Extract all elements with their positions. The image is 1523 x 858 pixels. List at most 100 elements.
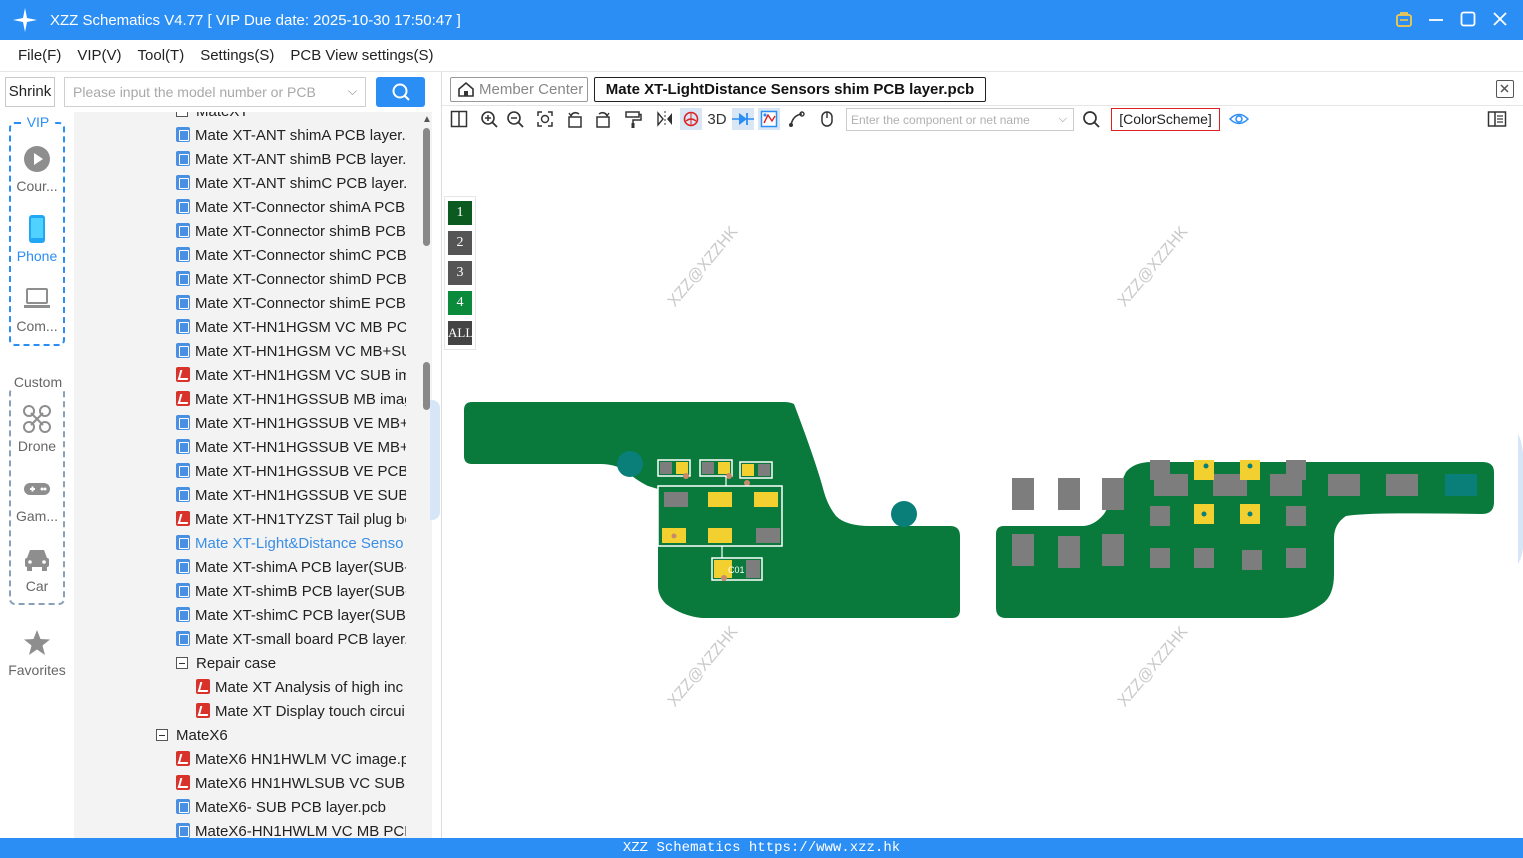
tree-file-item[interactable]: Mate XT-HN1HGSM VC SUB ima xyxy=(176,364,406,388)
search-button[interactable] xyxy=(376,77,425,107)
rail-item-course[interactable]: Cour... xyxy=(0,144,74,194)
tree-file-item[interactable]: MateX6 HN1HWLSUB VC SUB ir xyxy=(176,772,406,796)
pcb-canvas[interactable]: XZZ@XZZHK XZZ@XZZHK XZZ@XZZHK XZZ@XZZHK xyxy=(442,134,1523,838)
tree-file-item[interactable]: Mate XT-HN1HGSSUB VE PCB la xyxy=(176,460,406,484)
side-panel-toggle-icon[interactable] xyxy=(1486,108,1508,130)
vip-bag-icon[interactable] xyxy=(1393,8,1415,30)
tree-file-item[interactable]: Mate XT-HN1HGSM VC MB+SU xyxy=(176,340,406,364)
pcb-file-icon xyxy=(176,823,190,838)
tree-item-label: Mate XT-small board PCB layer. xyxy=(195,631,406,648)
tree-item-label: Mate XT-ANT shimB PCB layer.p xyxy=(195,151,406,168)
scrollbar-thumb-secondary[interactable] xyxy=(423,362,430,410)
board-view-icon[interactable] xyxy=(758,108,780,130)
tree-file-item[interactable]: Mate XT-Connector shimB PCB xyxy=(176,220,406,244)
layer-3-button[interactable]: 3 xyxy=(448,261,472,285)
diode-mode-icon[interactable] xyxy=(732,108,754,130)
rail-item-game[interactable]: Gam... xyxy=(0,474,74,524)
tree-file-item[interactable]: Mate XT-HN1HGSSUB VE MB+S xyxy=(176,436,406,460)
model-search-field[interactable]: ⌵ xyxy=(64,77,366,107)
layer-all-button[interactable]: ALL xyxy=(448,321,473,345)
eye-icon[interactable] xyxy=(1228,108,1250,130)
view-3d-button[interactable]: 3D xyxy=(706,108,728,130)
fit-view-icon[interactable] xyxy=(534,108,556,130)
layer-1-button[interactable]: 1 xyxy=(448,201,472,225)
tree-folder[interactable]: Repair case xyxy=(176,652,406,676)
menu-file[interactable]: File(F) xyxy=(18,47,61,64)
pdf-file-icon xyxy=(176,511,190,526)
collapse-toggle-icon[interactable] xyxy=(176,657,188,669)
tree-file-item[interactable]: MateX6 HN1HWLM VC image.p xyxy=(176,748,406,772)
tree-file-item[interactable]: Mate XT Display touch circui xyxy=(196,700,406,724)
paint-roller-icon[interactable] xyxy=(622,108,644,130)
tree-file-item[interactable]: Mate XT-HN1HGSSUB MB imag xyxy=(176,388,406,412)
tree-item-label: Mate XT-Connector shimA PCB xyxy=(195,199,406,216)
close-icon[interactable] xyxy=(1489,8,1511,30)
menu-settings[interactable]: Settings(S) xyxy=(200,47,274,64)
tree-file-item[interactable]: MateX6-HN1HWLM VC MB PCB xyxy=(176,820,406,838)
tab-member-center[interactable]: Member Center xyxy=(450,77,588,102)
tree-folder[interactable]: MateXT xyxy=(176,112,406,124)
tree-file-item[interactable]: Mate XT-shimA PCB layer(SUB-I xyxy=(176,556,406,580)
close-tabs-icon[interactable] xyxy=(1496,80,1514,98)
menu-tool[interactable]: Tool(T) xyxy=(138,47,185,64)
rail-item-computer[interactable]: Com... xyxy=(0,284,74,334)
menu-vip[interactable]: VIP(V) xyxy=(77,47,121,64)
scroll-up-arrow-icon[interactable]: ▲ xyxy=(422,114,432,125)
pcb-file-icon xyxy=(176,463,190,478)
menu-pcb-view-settings[interactable]: PCB View settings(S) xyxy=(290,47,433,64)
rail-item-favorites[interactable]: Favorites xyxy=(0,628,74,678)
split-view-icon[interactable] xyxy=(448,108,470,130)
rotate-left-icon[interactable] xyxy=(564,108,586,130)
trace-path-icon[interactable] xyxy=(786,108,808,130)
color-scheme-button[interactable]: [ColorScheme] xyxy=(1111,108,1220,131)
minimize-icon[interactable] xyxy=(1425,8,1447,30)
tree-file-item[interactable]: Mate XT-HN1HGSM VC MB PCE xyxy=(176,316,406,340)
car-icon xyxy=(22,544,52,574)
tree-file-item[interactable]: Mate XT-HN1HGSSUB VE MB+S xyxy=(176,412,406,436)
model-search-input[interactable] xyxy=(65,78,335,106)
tree-file-item[interactable]: Mate XT-ANT shimC PCB layer.p xyxy=(176,172,406,196)
tree-file-item[interactable]: Mate XT-HN1TYZST Tail plug bo xyxy=(176,508,406,532)
tree-file-item[interactable]: Mate XT-Connector shimA PCB xyxy=(176,196,406,220)
pdf-file-icon xyxy=(176,367,190,382)
tab-active-pcb[interactable]: Mate XT-LightDistance Sensors shim PCB l… xyxy=(594,77,986,102)
layer-2-button[interactable]: 2 xyxy=(448,231,472,255)
mirror-icon[interactable] xyxy=(654,108,676,130)
tree-file-item[interactable]: Mate XT-Connector shimD PCB xyxy=(176,268,406,292)
shrink-button[interactable]: Shrink xyxy=(5,77,55,107)
scrollbar-thumb[interactable] xyxy=(423,128,430,246)
tree-file-item[interactable]: Mate XT-small board PCB layer. xyxy=(176,628,406,652)
rail-item-drone[interactable]: Drone xyxy=(0,404,74,454)
search-icon[interactable] xyxy=(1080,108,1102,130)
rotate-right-icon[interactable] xyxy=(592,108,614,130)
maximize-icon[interactable] xyxy=(1457,8,1479,30)
chevron-down-icon[interactable]: ⌵ xyxy=(1059,113,1067,126)
collapse-toggle-icon[interactable] xyxy=(176,112,188,117)
layer-4-button[interactable]: 4 xyxy=(448,291,472,315)
tree-file-item[interactable]: Mate XT-Light&Distance Senso xyxy=(176,532,406,556)
tree-folder[interactable]: MateX6 xyxy=(156,724,406,748)
rail-item-car[interactable]: Car xyxy=(0,544,74,594)
net-search-field[interactable]: ⌵ xyxy=(846,108,1074,131)
tree-file-item[interactable]: Mate XT-ANT shimB PCB layer.p xyxy=(176,148,406,172)
mouse-icon[interactable] xyxy=(816,108,838,130)
zoom-in-icon[interactable] xyxy=(478,108,500,130)
tree-file-item[interactable]: Mate XT-shimC PCB layer(SUB-A xyxy=(176,604,406,628)
tree-file-item[interactable]: Mate XT-Connector shimE PCB xyxy=(176,292,406,316)
panel-collapse-handle[interactable] xyxy=(430,400,440,520)
pcb-viewer: Member Center Mate XT-LightDistance Sens… xyxy=(441,72,1523,838)
search-icon xyxy=(392,83,410,101)
tree-file-item[interactable]: Mate XT-HN1HGSSUB VE SUB P xyxy=(176,484,406,508)
tree-file-item[interactable]: Mate XT Analysis of high inc xyxy=(196,676,406,700)
tree-file-item[interactable]: Mate XT-Connector shimC PCB xyxy=(176,244,406,268)
zoom-out-icon[interactable] xyxy=(504,108,526,130)
tree-file-item[interactable]: MateX6- SUB PCB layer.pcb xyxy=(176,796,406,820)
chevron-down-icon[interactable]: ⌵ xyxy=(348,84,357,99)
net-search-input[interactable] xyxy=(847,109,1047,130)
tree-file-item[interactable]: Mate XT-ANT shimA PCB layer.p xyxy=(176,124,406,148)
collapse-toggle-icon[interactable] xyxy=(156,729,168,741)
rail-item-phone[interactable]: Phone xyxy=(0,214,74,264)
tree-file-item[interactable]: Mate XT-shimB PCB layer(SUB-A xyxy=(176,580,406,604)
tree-item-label: Mate XT Analysis of high inc xyxy=(215,679,404,696)
highlight-net-icon[interactable] xyxy=(680,108,702,130)
